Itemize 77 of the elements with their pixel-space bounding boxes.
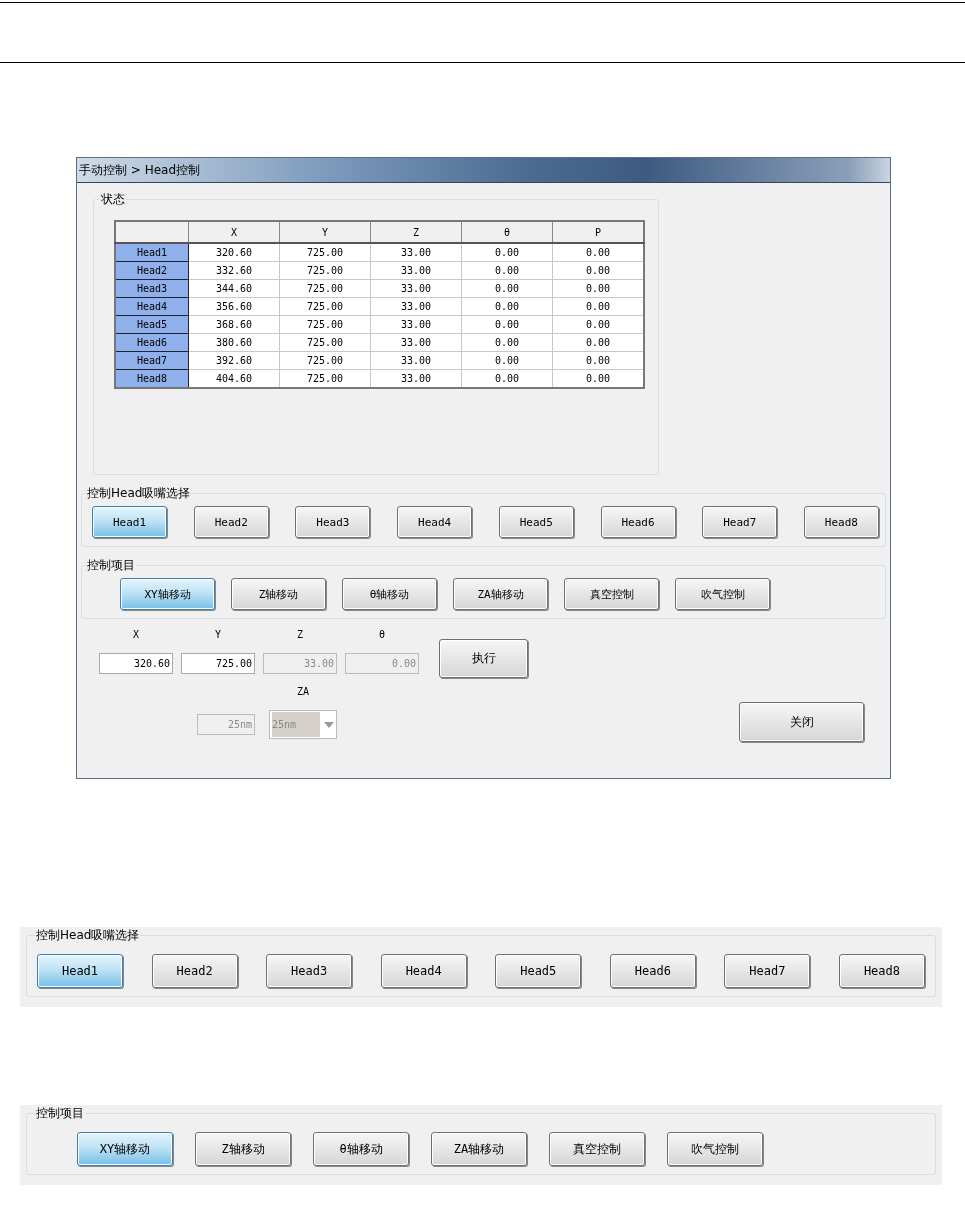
toggle-button[interactable]: Head7	[724, 954, 811, 988]
table-cell: 33.00	[370, 333, 462, 352]
field-label: θ	[379, 629, 385, 642]
table-cell: 725.00	[279, 297, 371, 316]
column-header: X	[188, 221, 280, 243]
toggle-button[interactable]: Z轴移动	[231, 578, 326, 610]
table-cell: 0.00	[461, 279, 553, 298]
table-cell: 725.00	[279, 243, 371, 262]
column-header: θ	[461, 221, 553, 243]
toggle-button[interactable]: Z轴移动	[195, 1132, 291, 1166]
toggle-button[interactable]: Head8	[838, 954, 925, 988]
toggle-button[interactable]: Head6	[600, 506, 676, 538]
table-cell: 368.60	[188, 315, 280, 334]
table-cell: 0.00	[461, 315, 553, 334]
group-title: 状态	[100, 192, 126, 207]
table-cell: 725.00	[279, 315, 371, 334]
table-cell: 725.00	[279, 279, 371, 298]
column-header: P	[552, 221, 644, 243]
table-cell: 33.00	[370, 279, 462, 298]
toggle-button[interactable]: Head5	[495, 954, 582, 988]
toggle-button[interactable]: 吹气控制	[675, 578, 770, 610]
toggle-button[interactable]: Head1	[92, 506, 167, 538]
table-cell: 320.60	[188, 243, 280, 262]
toggle-button[interactable]: Head5	[498, 506, 574, 538]
table-cell: 356.60	[188, 297, 280, 316]
toggle-button[interactable]: XY轴移动	[77, 1132, 173, 1166]
toggle-button[interactable]: XY轴移动	[120, 578, 215, 610]
field-label: Y	[215, 629, 221, 642]
column-header: Z	[370, 221, 462, 243]
toggle-button[interactable]: 真空控制	[549, 1132, 645, 1166]
table-cell: 0.00	[461, 261, 553, 280]
table-cell: 33.00	[370, 297, 462, 316]
input-field[interactable]: 320.60	[99, 653, 173, 674]
group-title: 控制项目	[35, 1106, 85, 1121]
toggle-button[interactable]: Head2	[151, 954, 238, 988]
toggle-button[interactable]: Head1	[37, 954, 123, 988]
toggle-button[interactable]: 真空控制	[564, 578, 659, 610]
close-button[interactable]: 关闭	[739, 702, 864, 742]
table-cell: 0.00	[461, 297, 553, 316]
group-title: 控制Head吸嘴选择	[86, 486, 192, 501]
toggle-button[interactable]: Head4	[397, 506, 473, 538]
toggle-button[interactable]: Head2	[193, 506, 269, 538]
window-title: 手动控制 > Head控制	[77, 158, 890, 183]
toggle-button[interactable]: Head8	[803, 506, 879, 538]
table-cell: 380.60	[188, 333, 280, 352]
toggle-button[interactable]: Head3	[295, 506, 371, 538]
field-label: X	[133, 629, 139, 642]
table-cell: 725.00	[279, 333, 371, 352]
table-cell: 392.60	[188, 351, 280, 370]
field-label: Z	[297, 629, 303, 642]
column-header: Y	[279, 221, 371, 243]
toggle-button[interactable]: Head3	[266, 954, 353, 988]
execute-button[interactable]: 执行	[439, 639, 528, 678]
table-cell: 344.60	[188, 279, 280, 298]
table-cell: 332.60	[188, 261, 280, 280]
group-title: 控制Head吸嘴选择	[35, 928, 141, 943]
table-cell: 33.00	[370, 261, 462, 280]
table-cell: 0.00	[461, 243, 553, 262]
toggle-button[interactable]: Head4	[380, 954, 467, 988]
table-cell: 0.00	[461, 333, 553, 352]
table-cell: 725.00	[279, 261, 371, 280]
toggle-button[interactable]: Head7	[702, 506, 778, 538]
toggle-button[interactable]: ZA轴移动	[453, 578, 548, 610]
table-cell: 0.00	[461, 351, 553, 370]
group-title: 控制项目	[86, 558, 136, 573]
toggle-button[interactable]: ZA轴移动	[431, 1132, 527, 1166]
table-cell: 33.00	[370, 315, 462, 334]
input-field[interactable]: 725.00	[181, 653, 255, 674]
toggle-button[interactable]: 吹气控制	[667, 1132, 763, 1166]
table-cell: 33.00	[370, 243, 462, 262]
table-cell: 33.00	[370, 351, 462, 370]
table-cell: 725.00	[279, 351, 371, 370]
field-label: ZA	[296, 686, 309, 699]
toggle-button[interactable]: θ轴移动	[313, 1132, 409, 1166]
toggle-button[interactable]: Head6	[609, 954, 696, 988]
caret-icon	[324, 721, 334, 728]
toggle-button[interactable]: θ轴移动	[342, 578, 437, 610]
